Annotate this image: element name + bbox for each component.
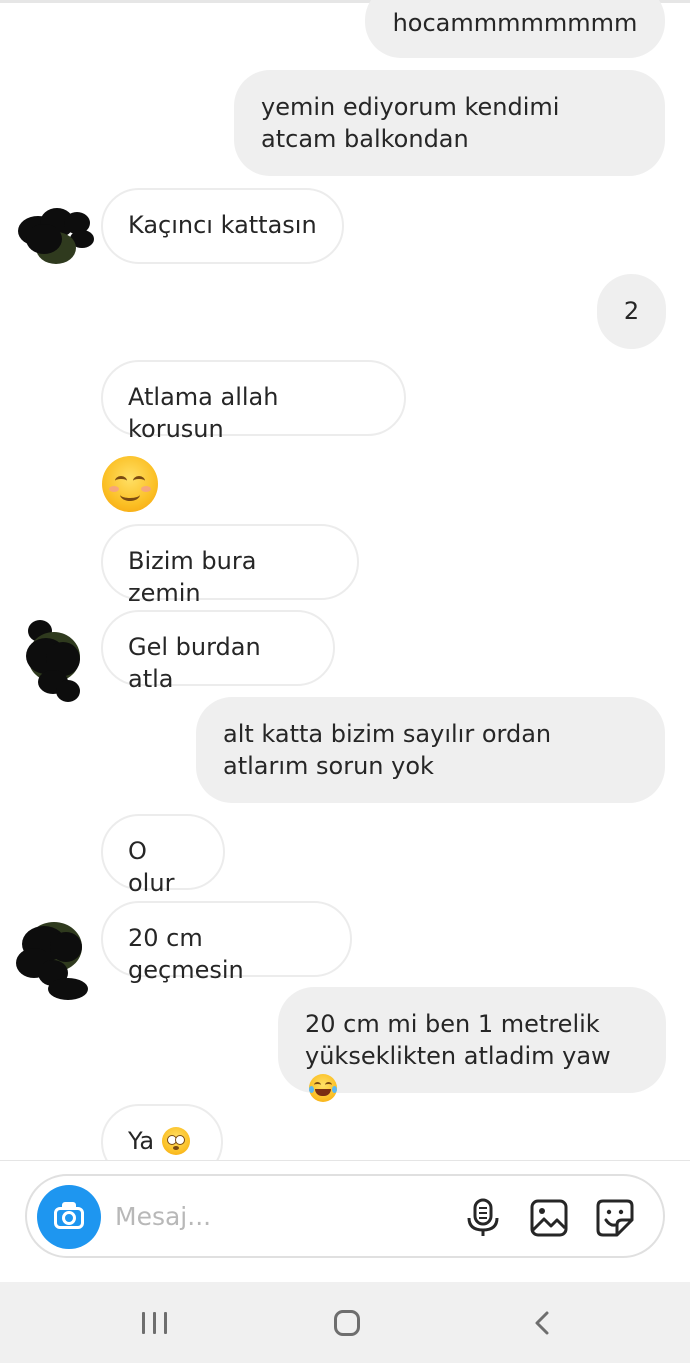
message-input[interactable]: Mesaj... (115, 1200, 211, 1234)
message-incoming[interactable]: Bizim bura zemin (101, 524, 359, 607)
message-outgoing[interactable]: 20 cm mi ben 1 metrelik yükseklikten atl… (278, 987, 666, 1102)
message-text: 20 cm mi ben 1 metrelik yükseklikten atl… (305, 1010, 611, 1070)
smiling-face-emoji-icon[interactable] (102, 456, 158, 512)
message-incoming[interactable]: Ya (101, 1104, 223, 1160)
sender-avatar[interactable] (14, 204, 94, 268)
message-incoming[interactable]: Atlama allah korusun (101, 360, 406, 443)
camera-icon[interactable] (37, 1185, 101, 1249)
flushed-face-emoji-icon (162, 1127, 191, 1155)
message-thread[interactable]: hocammmmmmmm yemin ediyorum kendimi atca… (0, 0, 690, 1160)
message-outgoing[interactable]: alt katta bizim sayılır ordan atlarım so… (196, 697, 665, 803)
message-outgoing[interactable]: hocammmmmmmm (365, 0, 665, 58)
recent-apps-icon[interactable] (142, 1312, 168, 1334)
message-incoming[interactable]: Gel burdan atla (101, 610, 335, 693)
sender-avatar[interactable] (24, 620, 84, 704)
message-composer[interactable]: Mesaj... (25, 1174, 665, 1258)
message-incoming[interactable]: 20 cm geçmesin (101, 901, 352, 984)
home-icon[interactable] (334, 1310, 360, 1336)
gallery-icon[interactable] (529, 1198, 569, 1238)
tears-of-joy-emoji-icon (309, 1074, 337, 1102)
message-outgoing[interactable]: yemin ediyorum kendimi atcam balkondan (234, 70, 665, 176)
message-outgoing[interactable]: 2 (597, 274, 666, 349)
sender-avatar[interactable] (16, 920, 92, 1004)
back-icon[interactable] (530, 1310, 556, 1336)
composer-divider (0, 1160, 690, 1161)
message-incoming[interactable]: Kaçıncı kattasın (101, 188, 344, 264)
system-navigation-bar (0, 1282, 690, 1363)
sticker-icon[interactable] (595, 1198, 635, 1238)
microphone-icon[interactable] (463, 1198, 503, 1238)
message-incoming[interactable]: O olur (101, 814, 225, 897)
message-text: Ya (128, 1127, 155, 1155)
